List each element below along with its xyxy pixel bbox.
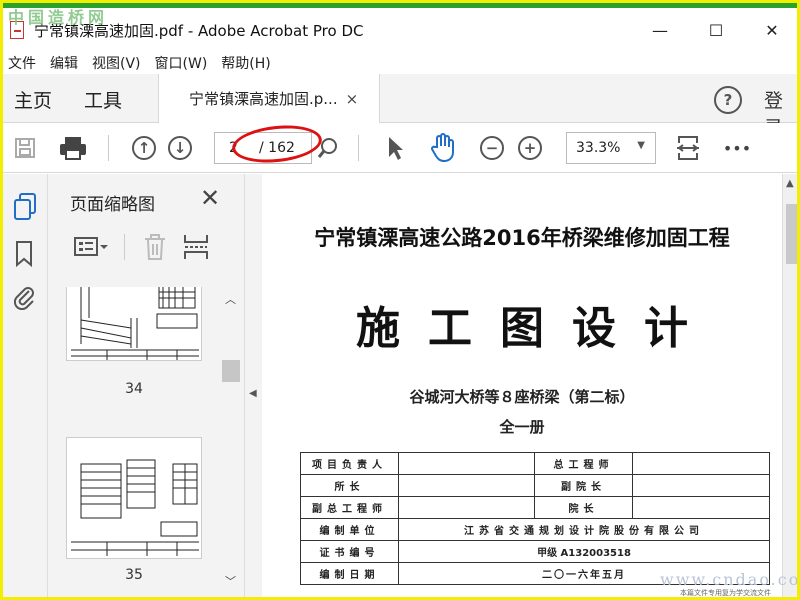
document-view[interactable]: 宁常镇溧高速公路2016年桥梁维修加固工程 施工图设计 谷城河大桥等８座桥梁（第…	[262, 174, 800, 600]
document-scrollbar[interactable]: ▲	[782, 174, 800, 600]
fit-page-icon[interactable]	[674, 131, 702, 165]
chevron-down-icon: ▼	[637, 140, 645, 151]
volume-label: 全一册	[499, 418, 545, 436]
toolbar: ↑ ↓ − + •••	[0, 123, 800, 173]
close-window-button[interactable]: ✕	[744, 8, 800, 52]
zoom-level-select[interactable]: 33.3% ▼	[566, 132, 656, 164]
arrow-up-icon: ↑	[132, 136, 156, 160]
scrollbar-thumb[interactable]	[786, 204, 798, 264]
tab-document[interactable]: 宁常镇溧高速加固.p... ×	[158, 74, 380, 123]
zoom-in-button[interactable]: +	[516, 131, 544, 165]
thumbnail-list[interactable]: 34 35	[48, 287, 220, 600]
table-cell: 编制日期	[300, 562, 399, 585]
next-page-button[interactable]: ↓	[166, 131, 194, 165]
watermark-bottom: www.cndao.com	[660, 570, 800, 589]
main-title: 施工图设计	[356, 303, 716, 354]
table-row: 副总工程师 院长	[300, 496, 770, 519]
insert-page-icon[interactable]	[183, 233, 209, 261]
table-cell	[398, 474, 535, 497]
zoom-level-value: 33.3%	[576, 140, 621, 156]
delete-page-icon[interactable]	[143, 233, 167, 261]
collapse-panel-icon[interactable]: ◀	[249, 388, 257, 399]
table-cell	[398, 496, 535, 519]
watermark-top: 中国造桥网	[8, 8, 109, 27]
table-cell	[632, 452, 770, 475]
watermark-bottom-caption: 本篇文件专用复为学交流文件	[680, 589, 771, 597]
title-bar: 宁常镇溧高速加固.pdf - Adobe Acrobat Pro DC — ☐ …	[0, 8, 800, 52]
page-thumbnail[interactable]	[66, 287, 202, 361]
tab-close-icon[interactable]: ×	[346, 90, 359, 108]
tab-bar: 主页 工具 宁常镇溧高速加固.p... × ? 登录	[0, 74, 800, 139]
menu-help[interactable]: 帮助(H)	[221, 53, 270, 73]
menu-window[interactable]: 窗口(W)	[155, 53, 208, 73]
more-tools-icon[interactable]: •••	[720, 131, 754, 165]
project-title: 宁常镇溧高速公路2016年桥梁维修加固工程	[314, 226, 730, 250]
table-row: 所长 副院长	[300, 474, 770, 497]
menu-edit[interactable]: 编辑	[50, 53, 78, 73]
table-row: 编制单位 江苏省交通规划设计院股份有限公司	[300, 518, 770, 541]
panel-title: 页面缩略图	[70, 195, 155, 215]
table-cell: 所长	[300, 474, 399, 497]
document-subtitle: 谷城河大桥等８座桥梁（第二标）	[409, 388, 635, 406]
thumbnail-options-icon[interactable]	[74, 236, 108, 258]
table-row: 证书编号 甲级 A132003518	[300, 540, 770, 563]
thumbnail-page-number: 34	[125, 381, 143, 397]
table-cell	[632, 496, 770, 519]
zoom-out-button[interactable]: −	[478, 131, 506, 165]
table-cell: 证书编号	[300, 540, 399, 563]
panel-splitter[interactable]: ◀	[244, 174, 262, 600]
plus-icon: +	[518, 136, 542, 160]
table-row: 项目负责人 总工程师	[300, 452, 770, 475]
left-nav-rail	[0, 174, 48, 600]
menu-file[interactable]: 文件	[8, 53, 36, 73]
save-icon[interactable]	[10, 131, 40, 165]
tab-document-label: 宁常镇溧高速加固.p...	[189, 90, 338, 108]
table-cell: 编制单位	[300, 518, 399, 541]
table-cell: 院长	[534, 496, 633, 519]
scroll-up-icon[interactable]: ︿	[225, 291, 236, 307]
toolbar-separator	[358, 135, 359, 161]
menu-bar: 文件 编辑 视图(V) 窗口(W) 帮助(H)	[0, 52, 800, 74]
tab-tools[interactable]: 工具	[84, 86, 122, 113]
table-cell	[398, 452, 535, 475]
panel-toolbar	[68, 230, 248, 264]
table-cell: 甲级 A132003518	[398, 540, 770, 563]
attachment-icon[interactable]	[12, 282, 36, 314]
tab-home[interactable]: 主页	[14, 86, 52, 113]
thumbnail-page-number: 35	[125, 567, 143, 583]
print-icon[interactable]	[56, 131, 90, 165]
scroll-up-icon[interactable]: ▲	[786, 178, 794, 189]
panel-separator	[124, 234, 125, 260]
help-icon[interactable]: ?	[714, 86, 742, 114]
page-thumbnail[interactable]	[66, 437, 202, 559]
select-pointer-icon[interactable]	[382, 131, 408, 165]
toolbar-separator	[108, 135, 109, 161]
previous-page-button[interactable]: ↑	[130, 131, 158, 165]
table-cell: 副院长	[534, 474, 633, 497]
table-cell: 副总工程师	[300, 496, 399, 519]
table-cell: 江苏省交通规划设计院股份有限公司	[398, 518, 770, 541]
minus-icon: −	[480, 136, 504, 160]
menu-view[interactable]: 视图(V)	[92, 53, 141, 73]
scroll-down-icon[interactable]: ﹀	[225, 573, 236, 589]
bookmark-icon[interactable]	[14, 240, 34, 272]
arrow-down-icon: ↓	[168, 136, 192, 160]
thumbnail-scrollbar[interactable]: ︿ ﹀	[220, 287, 242, 600]
maximize-button[interactable]: ☐	[688, 8, 744, 52]
panel-close-icon[interactable]: ✕	[200, 184, 220, 212]
scrollbar-thumb[interactable]	[222, 360, 240, 382]
sign-off-table: 项目负责人 总工程师 所长 副院长 副总工程师 院长 编制单位 江苏省交通规划设…	[300, 452, 770, 585]
page-thumbnails-icon[interactable]	[12, 192, 38, 226]
pdf-page: 宁常镇溧高速公路2016年桥梁维修加固工程 施工图设计 谷城河大桥等８座桥梁（第…	[262, 174, 782, 600]
table-cell	[632, 474, 770, 497]
minimize-button[interactable]: —	[632, 8, 688, 52]
table-cell: 项目负责人	[300, 452, 399, 475]
hand-tool-icon[interactable]	[428, 131, 458, 165]
table-cell: 总工程师	[534, 452, 633, 475]
